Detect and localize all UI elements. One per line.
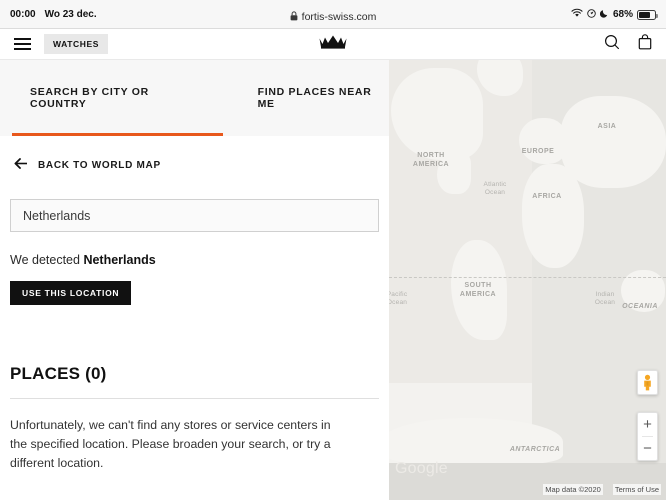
map-label-indian-ocean: Indian Ocean bbox=[594, 291, 616, 307]
panel-body: BACK TO WORLD MAP We detected Netherland… bbox=[0, 136, 389, 500]
no-results-message: Unfortunately, we can't find any stores … bbox=[10, 418, 331, 471]
tab-search-by-city-or-country[interactable]: SEARCH BY CITY OR COUNTRY bbox=[0, 60, 223, 136]
landmass-antarctica bbox=[389, 418, 563, 464]
browser-window: 00:00 Wo 23 dec. 68% fortis-swiss.com WA… bbox=[0, 0, 666, 500]
status-bar-left: 00:00 Wo 23 dec. bbox=[10, 9, 97, 20]
tab-label: SEARCH BY CITY OR COUNTRY bbox=[30, 86, 149, 110]
google-map[interactable]: NORTH AMERICA SOUTH AMERICA EUROPE ASIA … bbox=[389, 60, 666, 500]
detected-location-text: We detected Netherlands bbox=[10, 253, 389, 267]
map-data-credit: Map data ©2020 bbox=[543, 484, 603, 495]
landmass-africa bbox=[522, 164, 584, 268]
shopping-bag-icon[interactable] bbox=[638, 33, 652, 55]
zoom-out-button[interactable]: − bbox=[638, 437, 657, 460]
google-watermark: Google bbox=[395, 460, 448, 477]
ios-status-bar: 00:00 Wo 23 dec. 68% bbox=[0, 0, 666, 29]
landmass-asia bbox=[561, 96, 666, 188]
category-chip-watches[interactable]: WATCHES bbox=[44, 34, 109, 54]
locator-tabs: SEARCH BY CITY OR COUNTRY FIND PLACES NE… bbox=[0, 60, 389, 136]
detected-prefix: We detected bbox=[10, 253, 84, 267]
hamburger-menu-icon[interactable] bbox=[14, 38, 31, 50]
zoom-in-button[interactable]: + bbox=[638, 413, 657, 436]
places-divider bbox=[10, 398, 379, 399]
landmass-europe bbox=[519, 118, 567, 164]
equator-line bbox=[389, 277, 666, 278]
street-view-pegman-icon[interactable] bbox=[637, 370, 658, 395]
site-header: WATCHES bbox=[0, 29, 666, 60]
battery-icon bbox=[637, 9, 658, 20]
map-label-pacific-ocean: Pacific Ocean bbox=[389, 291, 408, 307]
back-to-world-map-link[interactable]: BACK TO WORLD MAP bbox=[0, 136, 389, 172]
map-label-south-america: SOUTH AMERICA bbox=[459, 282, 497, 298]
places-heading: PLACES (0) bbox=[10, 364, 107, 383]
back-link-label: BACK TO WORLD MAP bbox=[38, 159, 161, 171]
arrow-left-icon bbox=[14, 158, 28, 172]
map-label-europe: EUROPE bbox=[521, 148, 555, 155]
location-icon bbox=[587, 8, 596, 21]
search-input[interactable] bbox=[23, 208, 366, 223]
status-bar-right: 68% bbox=[571, 8, 658, 21]
terms-of-use-link[interactable]: Terms of Use bbox=[612, 484, 661, 495]
map-label-atlantic-ocean: Atlantic Ocean bbox=[483, 181, 507, 197]
map-label-asia: ASIA bbox=[597, 123, 617, 130]
location-search-field[interactable] bbox=[10, 199, 379, 232]
detected-location-name: Netherlands bbox=[83, 253, 156, 267]
header-actions bbox=[604, 33, 652, 55]
map-label-antarctica: ANTARCTICA bbox=[509, 446, 561, 453]
wifi-icon bbox=[571, 8, 583, 21]
map-credits: Map data ©2020 Terms of Use bbox=[543, 484, 661, 495]
do-not-disturb-moon-icon bbox=[599, 9, 609, 21]
map-zoom-controls[interactable]: + − bbox=[637, 412, 658, 461]
use-this-location-button[interactable]: USE THIS LOCATION bbox=[10, 281, 132, 305]
search-icon[interactable] bbox=[604, 34, 620, 55]
tab-label: FIND PLACES NEAR ME bbox=[257, 86, 372, 110]
battery-percentage: 68% bbox=[612, 9, 633, 20]
status-bar-time: 00:00 bbox=[10, 9, 36, 20]
map-label-africa: AFRICA bbox=[532, 193, 562, 200]
crown-logo-icon bbox=[318, 33, 348, 55]
status-bar-date: Wo 23 dec. bbox=[44, 9, 97, 20]
store-locator-panel: SEARCH BY CITY OR COUNTRY FIND PLACES NE… bbox=[0, 60, 389, 500]
tab-find-places-near-me[interactable]: FIND PLACES NEAR ME bbox=[205, 60, 389, 136]
map-label-north-america: NORTH AMERICA bbox=[412, 152, 450, 168]
